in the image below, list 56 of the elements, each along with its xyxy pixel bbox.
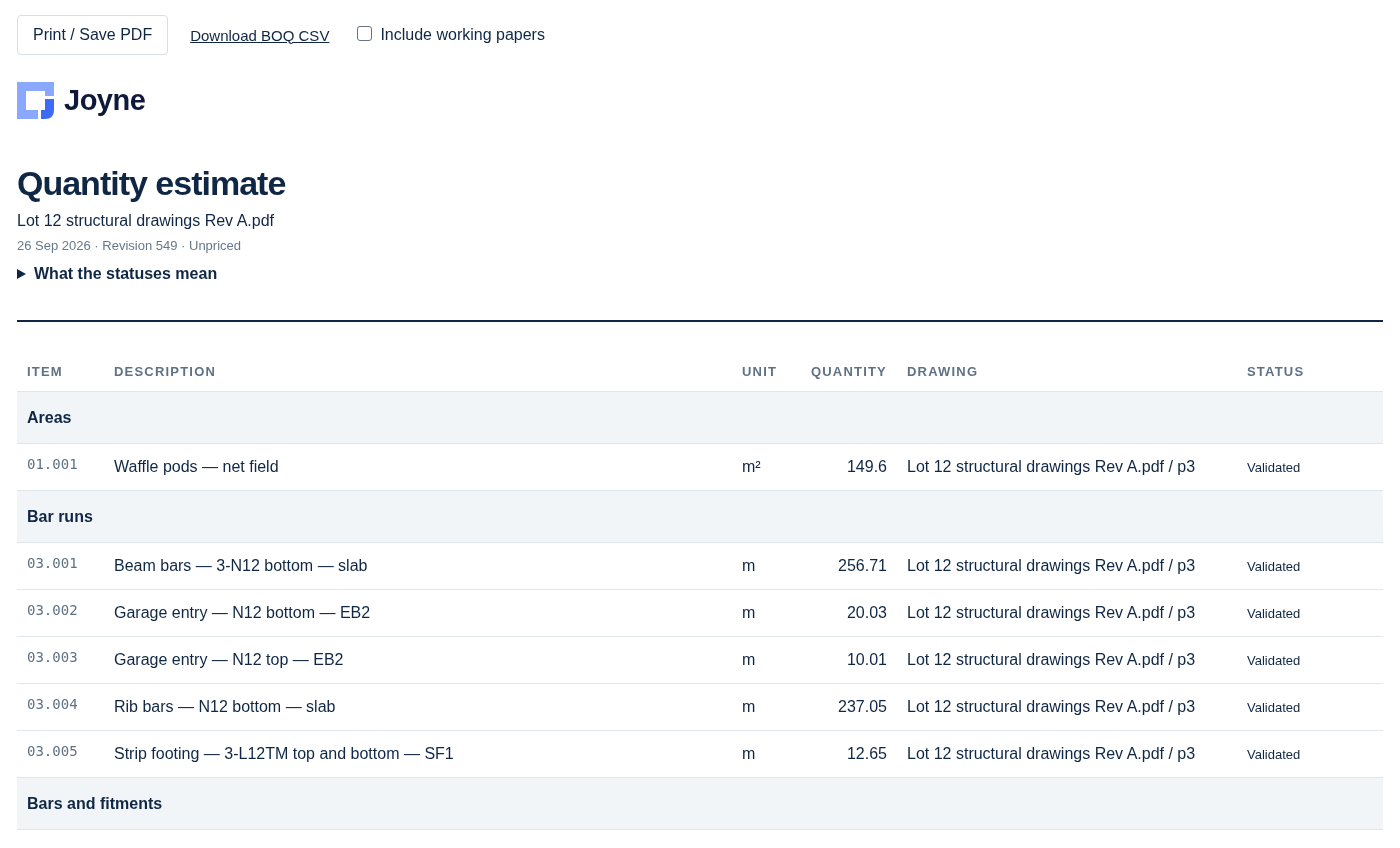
logo-icon (17, 82, 54, 119)
column-header: DRAWING (897, 352, 1237, 392)
group-heading: Areas (27, 408, 72, 426)
item-code: 03.002 (27, 602, 78, 618)
column-header: DESCRIPTION (104, 352, 732, 392)
unit-text: m² (742, 458, 761, 475)
quantity-text: 20.03 (846, 604, 887, 621)
item-code: 01.001 (27, 456, 78, 472)
group-heading: Bar runs (27, 507, 93, 525)
description-text: Beam bars — 3-N12 bottom — slab (114, 557, 368, 574)
description-text: Strip footing — 3-L12TM top and bottom — SF1 (114, 745, 454, 762)
quantity-text: 12.65 (846, 745, 887, 762)
print-button[interactable]: Print / Save PDF (17, 15, 169, 55)
description-text: Waffle pods — net field (114, 458, 279, 475)
meta-text: 26 Sep 2026 · Revision 549 · Unpriced (17, 238, 243, 253)
checkbox-label: Include working papers (380, 26, 545, 44)
description-text: Rib bars — N12 bottom — slab (114, 698, 336, 715)
item-code: 03.004 (27, 696, 78, 712)
brand-name: Joyne (64, 84, 146, 117)
drawing-text: Lot 12 structural drawings Rev A.pdf / p3 (907, 458, 1196, 475)
column-header: QUANTITY (797, 352, 897, 392)
description-text: Garage entry — N12 bottom — EB2 (114, 604, 371, 621)
disclosure-triangle-icon (17, 269, 26, 279)
unit-text: m (742, 651, 756, 668)
drawing-text: Lot 12 structural drawings Rev A.pdf / p3 (907, 698, 1196, 715)
column-header: ITEM (17, 352, 104, 392)
group-heading: Bars and fitments (27, 794, 163, 812)
unit-text: m (742, 698, 756, 715)
status-text: Validated (1247, 460, 1301, 475)
page-title: Quantity estimate (17, 163, 287, 203)
quantity-text: 10.01 (846, 651, 887, 668)
unit-text: m (742, 745, 756, 762)
unit-text: m (742, 604, 756, 621)
description-text: Garage entry — N12 top — EB2 (114, 651, 344, 668)
status-text: Validated (1247, 606, 1301, 621)
quantity-text: 256.71 (838, 557, 887, 574)
checkbox[interactable] (357, 25, 373, 41)
item-code: 03.005 (27, 743, 78, 759)
status-text: Validated (1247, 747, 1301, 762)
file-name: Lot 12 structural drawings Rev A.pdf (17, 212, 276, 230)
status-text: Validated (1247, 700, 1301, 715)
download-link[interactable]: Download BOQ CSV (190, 26, 330, 44)
quantity-text: 149.6 (846, 458, 887, 475)
column-header: UNIT (732, 352, 797, 392)
quantity-text: 237.05 (838, 698, 887, 715)
drawing-text: Lot 12 structural drawings Rev A.pdf / p3 (907, 604, 1196, 621)
column-header: STATUS (1237, 352, 1383, 392)
statuses-disclosure[interactable]: What the statuses mean (17, 265, 1383, 283)
drawing-text: Lot 12 structural drawings Rev A.pdf / p3 (907, 651, 1196, 668)
item-code: 03.003 (27, 649, 78, 665)
item-code: 03.001 (27, 555, 78, 571)
status-text: Validated (1247, 653, 1301, 668)
drawing-text: Lot 12 structural drawings Rev A.pdf / p3 (907, 557, 1196, 574)
unit-text: m (742, 557, 756, 574)
status-text: Validated (1247, 559, 1301, 574)
drawing-text: Lot 12 structural drawings Rev A.pdf / p3 (907, 745, 1196, 762)
